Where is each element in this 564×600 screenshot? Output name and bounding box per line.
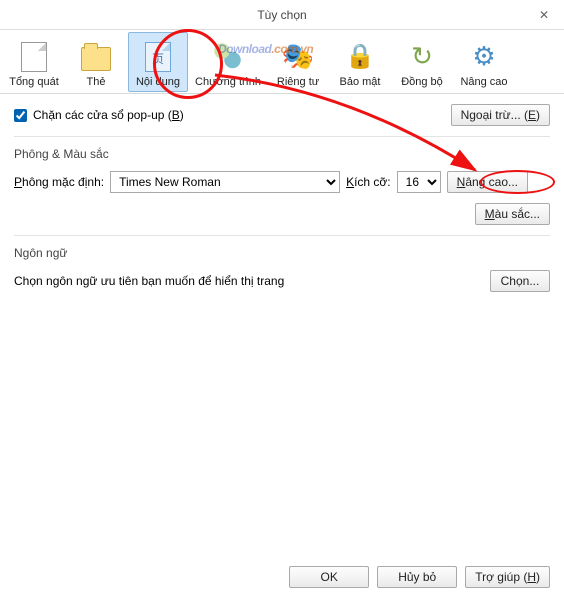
popup-block-label: Chặn các cửa sổ pop-up (B) — [33, 108, 184, 122]
separator — [14, 136, 550, 137]
tab-label-advanced: Nâng cao — [460, 76, 507, 88]
close-icon: ✕ — [539, 8, 549, 22]
help-button[interactable]: Trợ giúp (H) — [465, 566, 550, 588]
tab-label-tabs: Thẻ — [87, 76, 106, 88]
dialog-footer: OK Hủy bỏ Trợ giúp (H) — [0, 554, 564, 600]
lang-section-title: Ngôn ngữ — [14, 246, 550, 260]
window-title: Tùy chọn — [257, 8, 306, 22]
tab-label-content: Nội dung — [136, 76, 180, 88]
page-icon — [18, 41, 50, 73]
tab-advanced[interactable]: ⚙ Nâng cao — [454, 32, 514, 92]
tab-label-programs: Chương trình — [195, 76, 261, 88]
tab-label-general: Tổng quát — [9, 76, 59, 88]
folder-icon — [80, 41, 112, 73]
titlebar: Tùy chọn ✕ — [0, 0, 564, 30]
toolbar: Tổng quát Thẻ Nội dung Chương trình 🎭 Ri… — [0, 30, 564, 94]
tab-general[interactable]: Tổng quát — [4, 32, 64, 92]
mask-icon: 🎭 — [282, 41, 314, 73]
default-font-select[interactable]: Times New Roman — [110, 171, 340, 193]
fonts-section-title: Phông & Màu sắc — [14, 147, 550, 161]
separator — [14, 235, 550, 236]
font-size-select[interactable]: 16 — [397, 171, 441, 193]
lock-icon: 🔒 — [344, 41, 376, 73]
programs-icon — [212, 41, 244, 73]
content-pane: Chặn các cửa sổ pop-up (B) Ngoại trừ... … — [0, 94, 564, 312]
gear-icon: ⚙ — [468, 41, 500, 73]
tab-label-privacy: Riêng tư — [277, 76, 319, 88]
sync-icon: ↻ — [406, 41, 438, 73]
lang-choose-button[interactable]: Chọn... — [490, 270, 550, 292]
ok-button[interactable]: OK — [289, 566, 369, 588]
content-icon — [142, 41, 174, 73]
tab-content[interactable]: Nội dung — [128, 32, 188, 92]
popup-exceptions-button[interactable]: Ngoại trừ... (E) — [451, 104, 550, 126]
tab-label-security: Bảo mật — [340, 76, 381, 88]
close-button[interactable]: ✕ — [524, 0, 564, 29]
tab-security[interactable]: 🔒 Bảo mật — [330, 32, 390, 92]
tab-tabs[interactable]: Thẻ — [66, 32, 126, 92]
tab-privacy[interactable]: 🎭 Riêng tư — [268, 32, 328, 92]
tab-sync[interactable]: ↻ Đồng bộ — [392, 32, 452, 92]
popup-block-checkbox[interactable] — [14, 109, 27, 122]
colors-button[interactable]: Màu sắc... — [475, 203, 550, 225]
font-size-label: Kích cỡ: — [346, 175, 391, 189]
tab-label-sync: Đồng bộ — [401, 76, 443, 88]
tab-programs[interactable]: Chương trình — [190, 32, 266, 92]
lang-desc: Chọn ngôn ngữ ưu tiên bạn muốn để hiển t… — [14, 274, 284, 288]
fonts-advanced-button[interactable]: Nâng cao... — [447, 171, 528, 193]
cancel-button[interactable]: Hủy bỏ — [377, 566, 457, 588]
default-font-label: Phông mặc định: — [14, 175, 104, 189]
